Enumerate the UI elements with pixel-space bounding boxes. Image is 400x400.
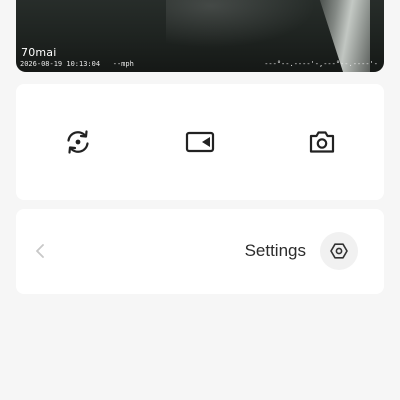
chevron-left-icon	[36, 244, 44, 258]
dashcam-page: 70mai 2026-08-19 10:13:04 --mph ---°--.-…	[0, 0, 400, 400]
camera-icon	[309, 131, 335, 153]
camera-live-preview[interactable]: 70mai 2026-08-19 10:13:04 --mph ---°--.-…	[16, 0, 384, 72]
settings-button[interactable]	[320, 232, 358, 270]
settings-card: Settings	[16, 209, 384, 294]
preview-brand-watermark: 70mai	[21, 46, 57, 59]
back-button[interactable]	[32, 241, 48, 261]
record-video-button[interactable]	[182, 124, 218, 160]
preview-timestamp: 2026-08-19 10:13:04 --mph	[20, 60, 134, 68]
hexagon-settings-icon	[330, 243, 348, 259]
switch-camera-icon	[67, 130, 89, 154]
video-record-icon	[185, 131, 215, 153]
quick-actions-card	[16, 84, 384, 200]
take-photo-button[interactable]	[304, 124, 340, 160]
preview-light-streak	[166, 0, 316, 48]
preview-speed: --mph	[112, 60, 134, 68]
preview-gps-coordinates: ---°--.----'-,---°--.----'-	[264, 60, 378, 68]
switch-camera-button[interactable]	[60, 124, 96, 160]
preview-date-time: 2026-08-19 10:13:04	[20, 60, 101, 68]
settings-label[interactable]: Settings	[245, 241, 306, 261]
